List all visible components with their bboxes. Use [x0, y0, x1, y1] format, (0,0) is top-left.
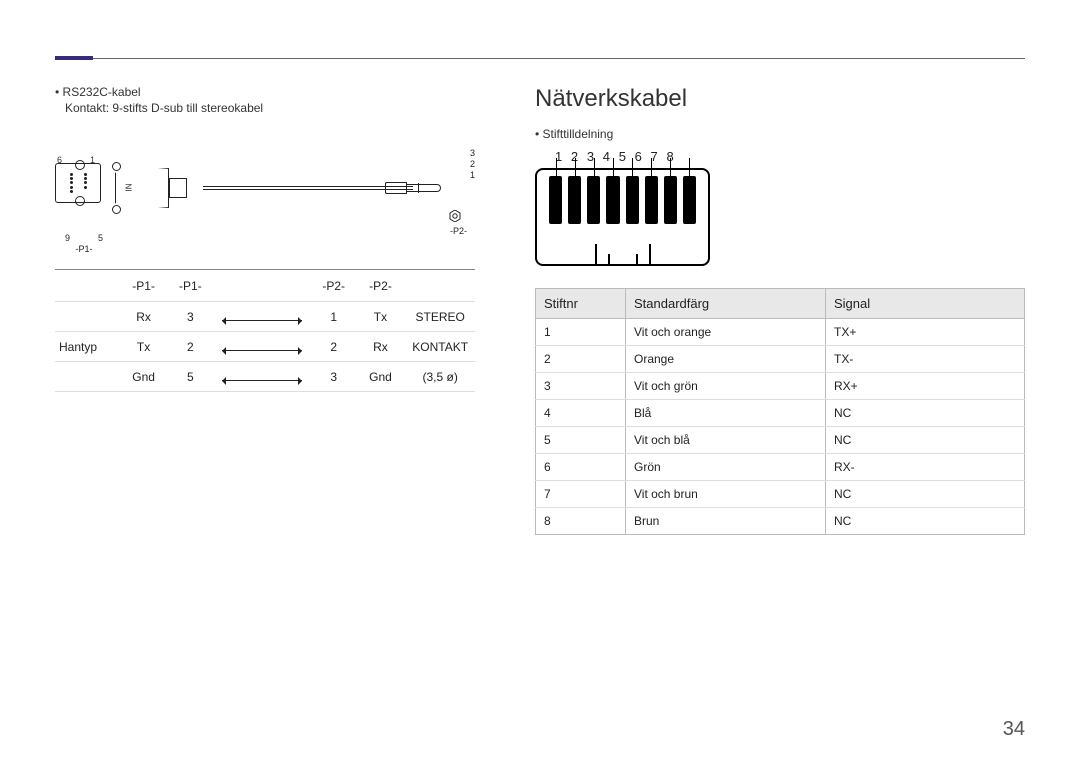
table-row: 7Vit och brunNC — [536, 481, 1025, 508]
table-row: 4BlåNC — [536, 400, 1025, 427]
dsub-connector-front-icon — [55, 163, 101, 203]
right-column: Nätverkskabel Stifttilldelning 1 2 3 4 5… — [535, 85, 1025, 535]
col-header: -P2- — [356, 279, 406, 293]
table-row: Hantyp Tx 2 2 Rx KONTAKT — [55, 332, 475, 362]
table-row: 2OrangeTX- — [536, 346, 1025, 373]
bidir-arrow-icon — [222, 320, 302, 321]
hex-screw-icon — [449, 210, 461, 222]
col-header: -P1- — [119, 279, 169, 293]
col-header: Stiftnr — [536, 289, 626, 319]
bidir-arrow-icon — [222, 350, 302, 351]
pin-label: 9 — [65, 233, 70, 243]
table-row: 8BrunNC — [536, 508, 1025, 535]
trs-pin-labels: 3 2 1 — [470, 148, 475, 181]
header-rule — [55, 58, 1025, 59]
pin-label: 6 — [57, 155, 62, 165]
pin-label: 1 — [90, 155, 95, 165]
page-number: 34 — [1003, 718, 1025, 741]
col-header: Signal — [826, 289, 1025, 319]
rs232-cable-diagram: 61 95 -P1- IN 3 — [55, 133, 475, 263]
rj45-diagram: 1 2 3 4 5 6 7 8 — [535, 149, 715, 266]
rs232-bullet: RS232C-kabel — [55, 85, 475, 99]
header-accent — [55, 56, 93, 60]
table-row: 6GrönRX- — [536, 454, 1025, 481]
trs-plug-icon — [385, 180, 445, 196]
pin-label: 4 — [603, 149, 610, 164]
col-header: -P2- — [312, 279, 356, 293]
table-row: 1Vit och orangeTX+ — [536, 319, 1025, 346]
table-row: 5Vit och blåNC — [536, 427, 1025, 454]
p1-caption: -P1- — [65, 244, 103, 254]
pin-label: 5 — [98, 233, 103, 243]
network-pinout-table: Stiftnr Standardfärg Signal 1Vit och ora… — [535, 288, 1025, 535]
dsub-plug-icon: IN — [115, 168, 185, 208]
pin-label: 6 — [635, 149, 642, 164]
col-header: -P1- — [168, 279, 212, 293]
rs232-subline: Kontakt: 9-stifts D-sub till stereokabel — [65, 101, 475, 115]
net-bullet: Stifttilldelning — [535, 127, 1025, 141]
p2-caption: -P2- — [450, 226, 467, 236]
left-column: RS232C-kabel Kontakt: 9-stifts D-sub til… — [55, 85, 475, 535]
table-row: Rx 3 1 Tx STEREO — [55, 302, 475, 332]
pin-label: 5 — [619, 149, 626, 164]
cable-line-icon — [203, 186, 413, 190]
bidir-arrow-icon — [222, 380, 302, 381]
rs232-pinout-table: -P1- -P1- -P2- -P2- Rx 3 1 Tx STEREO Han… — [55, 269, 475, 392]
rj45-connector-icon — [535, 168, 710, 266]
section-heading: Nätverkskabel — [535, 85, 1025, 113]
table-row: Gnd 5 3 Gnd (3,5 ø) — [55, 362, 475, 392]
plug-label: IN — [125, 184, 134, 192]
col-header: Standardfärg — [626, 289, 826, 319]
table-row: 3Vit och grönRX+ — [536, 373, 1025, 400]
